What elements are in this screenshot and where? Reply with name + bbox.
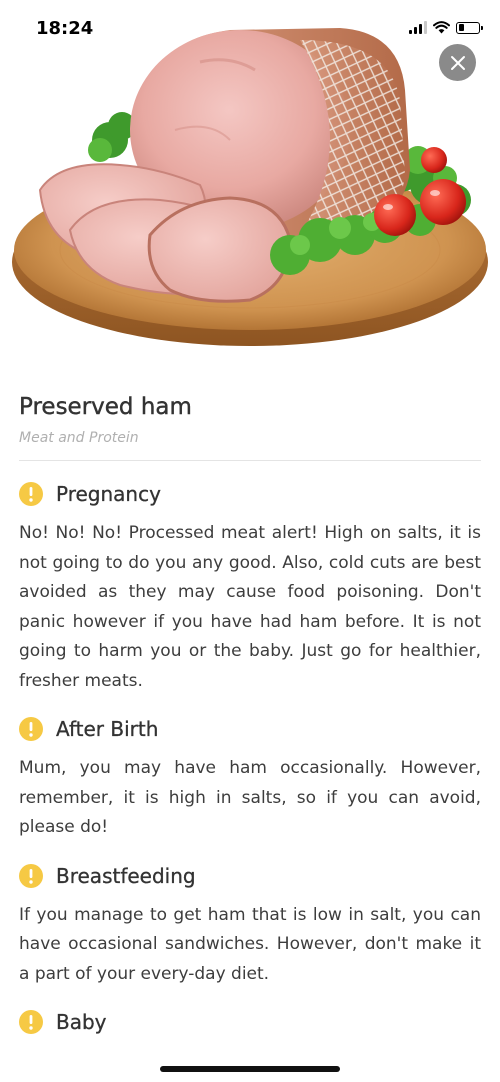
battery-icon	[456, 21, 483, 34]
close-icon	[450, 55, 465, 70]
section-header: Baby	[19, 1007, 481, 1037]
scroll-clip	[0, 1040, 500, 1082]
exclamation-icon	[19, 863, 43, 888]
status-time: 18:24	[36, 18, 94, 39]
exclamation-icon	[19, 717, 43, 741]
exclamation-icon	[19, 1010, 43, 1034]
divider	[19, 460, 481, 461]
section-pregnancy: Pregnancy No! No! No! Processed meat ale…	[19, 479, 481, 696]
section-header: After Birth	[19, 714, 481, 744]
section-title: After Birth	[56, 717, 159, 741]
status-icons	[409, 21, 483, 34]
section-after-birth: After Birth Mum, you may have ham occasi…	[19, 714, 481, 843]
section-title: Baby	[56, 1010, 107, 1034]
food-title: Preserved ham	[19, 394, 192, 420]
section-title: Breastfeeding	[56, 863, 196, 888]
section-header: Breastfeeding	[19, 861, 481, 891]
food-category: Meat and Protein	[19, 430, 139, 446]
wifi-icon	[433, 21, 450, 34]
section-title: Pregnancy	[56, 482, 161, 506]
status-bar: 18:24	[0, 0, 500, 58]
signal-icon	[409, 21, 427, 34]
close-button[interactable]	[439, 44, 476, 81]
section-body: Mum, you may have ham occasionally. Howe…	[19, 758, 481, 837]
battery-level	[458, 24, 465, 31]
section-breastfeeding: Breastfeeding If you manage to get ham t…	[19, 861, 481, 990]
home-indicator[interactable]	[160, 1066, 340, 1072]
section-body: No! No! No! Processed meat alert! High o…	[19, 523, 481, 691]
exclamation-icon	[19, 482, 43, 506]
food-details: Preserved ham Meat and Protein Pregnancy…	[19, 370, 481, 1037]
section-header: Pregnancy	[19, 479, 481, 509]
section-baby: Baby	[19, 1007, 481, 1037]
food-detail-screen: 18:24 Preserved ham Meat and Protein Pre…	[0, 0, 500, 1082]
section-body: If you manage to get ham that is low in …	[19, 904, 481, 984]
